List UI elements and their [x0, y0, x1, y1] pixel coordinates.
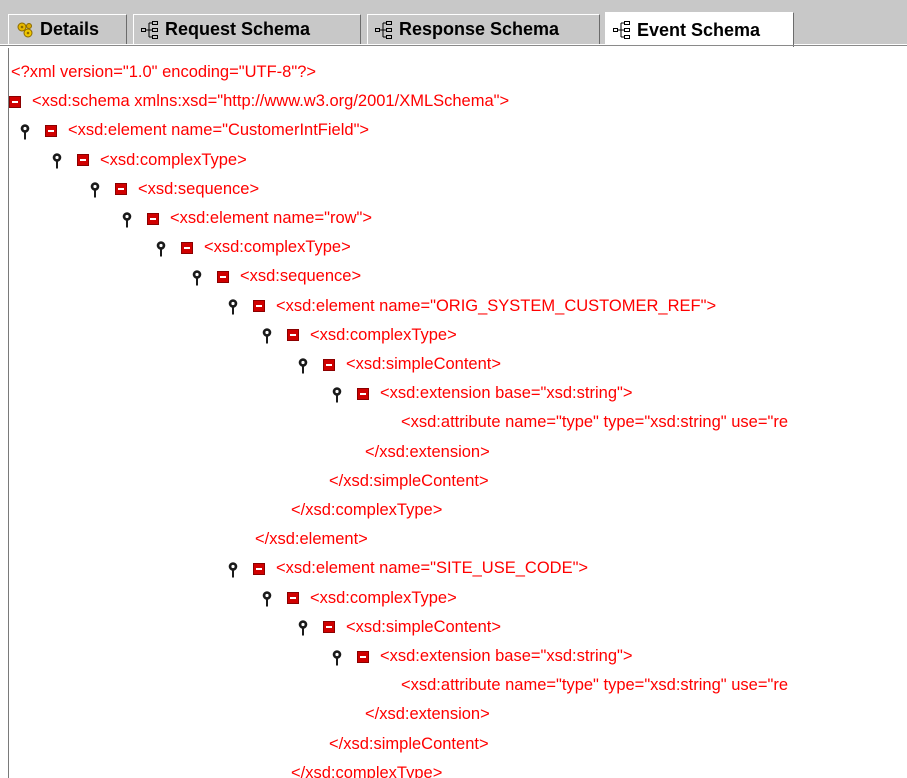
collapse-icon[interactable] [147, 212, 159, 225]
tree-node[interactable]: </xsd:extension> [365, 700, 490, 729]
tab-label: Details [40, 19, 100, 39]
pin-icon[interactable] [227, 560, 239, 578]
tree-node-text: <xsd:element name="row"> [170, 209, 373, 227]
collapse-icon[interactable] [253, 562, 265, 575]
tree-node[interactable]: <xsd:simpleContent> [297, 613, 501, 642]
pin-icon[interactable] [331, 385, 343, 403]
collapse-icon[interactable] [217, 270, 229, 283]
collapse-icon[interactable] [115, 183, 127, 196]
tree-node[interactable]: <xsd:simpleContent> [297, 350, 501, 379]
schema-tree-icon [141, 20, 158, 39]
tree-node[interactable]: </xsd:simpleContent> [329, 730, 489, 759]
collapse-icon[interactable] [181, 241, 193, 254]
collapse-icon[interactable] [9, 95, 21, 108]
tab-request-schema[interactable]: Request Schema [133, 14, 361, 44]
tree-node-text: <xsd:simpleContent> [346, 617, 502, 636]
collapse-icon[interactable] [287, 329, 299, 342]
tree-node-text: <xsd:sequence> [138, 179, 260, 198]
collapse-icon[interactable] [287, 592, 299, 605]
pin-icon[interactable] [191, 268, 203, 286]
pin-icon[interactable] [261, 589, 273, 607]
tab-label: Event Schema [637, 19, 761, 40]
tab-label: Request Schema [165, 19, 311, 39]
tree-node-text: <?xml version="1.0" encoding="UTF-8"?> [11, 63, 317, 81]
tree-node-text: </xsd:complexType> [291, 501, 443, 519]
tree-node[interactable]: <xsd:attribute name="type" type="xsd:str… [401, 671, 788, 700]
pin-icon[interactable] [51, 151, 63, 169]
tree-node-text: <xsd:attribute name="type" type="xsd:str… [401, 413, 788, 432]
tree-node-text: <xsd:element name="ORIG_SYSTEM_CUSTOMER_… [276, 296, 717, 315]
collapse-icon[interactable] [77, 154, 89, 167]
tree-node[interactable]: <xsd:element name="ORIG_SYSTEM_CUSTOMER_… [227, 292, 716, 321]
tree-node-text: </xsd:complexType> [291, 763, 443, 778]
tree-node[interactable]: <xsd:extension base="xsd:string"> [331, 642, 633, 671]
collapse-icon[interactable] [357, 650, 369, 663]
tree-node[interactable]: <xsd:sequence> [191, 262, 361, 291]
tab-response-schema[interactable]: Response Schema [367, 14, 600, 44]
tree-node-text: <xsd:complexType> [310, 588, 457, 607]
tree-node-text: </xsd:simpleContent> [329, 734, 489, 753]
collapse-icon[interactable] [45, 124, 57, 137]
tree-node[interactable]: <xsd:sequence> [89, 175, 259, 204]
tree-node-text: </xsd:simpleContent> [329, 471, 489, 490]
schema-tree-view[interactable]: <?xml version="1.0" encoding="UTF-8"?> <x… [8, 48, 907, 778]
tree-node-text: </xsd:element> [255, 530, 368, 549]
tree-node-text: <xsd:extension base="xsd:string"> [380, 647, 633, 665]
tree-node-text: </xsd:extension> [365, 705, 490, 724]
tree-node[interactable]: <xsd:complexType> [261, 321, 457, 350]
collapse-icon[interactable] [323, 358, 335, 371]
tab-label: Response Schema [399, 19, 560, 39]
tree-node[interactable]: <?xml version="1.0" encoding="UTF-8"?> [11, 58, 316, 87]
tree-node-text: <xsd:simpleContent> [346, 355, 502, 373]
tree-node[interactable]: <xsd:element name="row"> [121, 204, 372, 233]
pin-icon[interactable] [227, 297, 239, 315]
tree-node[interactable]: </xsd:element> [255, 525, 368, 554]
tab-details[interactable]: Details [8, 14, 127, 44]
tree-node-text: <xsd:sequence> [240, 267, 362, 286]
tree-node-text: <xsd:attribute name="type" type="xsd:str… [401, 676, 788, 695]
tree-node[interactable]: <xsd:extension base="xsd:string"> [331, 379, 633, 408]
tree-node-text: <xsd:extension base="xsd:string"> [380, 384, 633, 403]
tree-node[interactable]: <xsd:complexType> [155, 233, 351, 262]
tree-node[interactable]: <xsd:complexType> [51, 146, 247, 175]
tree-node[interactable]: </xsd:complexType> [291, 496, 442, 525]
tree-node[interactable]: </xsd:simpleContent> [329, 467, 489, 496]
pin-icon[interactable] [297, 356, 309, 374]
collapse-icon[interactable] [357, 387, 369, 400]
pin-icon[interactable] [89, 180, 101, 198]
pin-icon[interactable] [155, 239, 167, 257]
tree-node[interactable]: <xsd:element name="SITE_USE_CODE"> [227, 554, 588, 583]
tree-node-text: <xsd:complexType> [310, 325, 457, 344]
pin-icon[interactable] [121, 210, 133, 228]
tree-node-text: </xsd:extension> [365, 442, 490, 461]
tree-node-text: <xsd:element name="CustomerIntField"> [68, 121, 370, 140]
tree-node[interactable]: </xsd:extension> [365, 438, 490, 467]
tree-node[interactable]: <xsd:complexType> [261, 584, 457, 613]
pin-icon[interactable] [331, 648, 343, 666]
tree-node-text: <xsd:complexType> [204, 238, 351, 257]
schema-tree-icon [613, 21, 630, 39]
tab-bar: Details Request Schema Response Schema E… [0, 0, 907, 47]
pin-icon[interactable] [19, 122, 31, 140]
pin-icon[interactable] [297, 618, 309, 636]
pin-icon[interactable] [261, 326, 273, 344]
tree-node[interactable]: <xsd:element name="CustomerIntField"> [19, 116, 369, 145]
tree-node[interactable]: </xsd:complexType> [291, 759, 442, 778]
collapse-icon[interactable] [323, 621, 335, 634]
tree-node[interactable]: <xsd:schema xmlns:xsd="http://www.w3.org… [9, 87, 509, 116]
tree-node-text: <xsd:complexType> [100, 150, 247, 169]
tab-event-schema[interactable]: Event Schema [605, 12, 794, 47]
tree-node-text: <xsd:schema xmlns:xsd="http://www.w3.org… [32, 92, 510, 111]
schema-tree-icon [375, 20, 392, 39]
details-icon [17, 22, 33, 37]
tree-node[interactable]: <xsd:attribute name="type" type="xsd:str… [401, 408, 788, 437]
tree-node-text: <xsd:element name="SITE_USE_CODE"> [276, 559, 589, 578]
collapse-icon[interactable] [253, 300, 265, 313]
